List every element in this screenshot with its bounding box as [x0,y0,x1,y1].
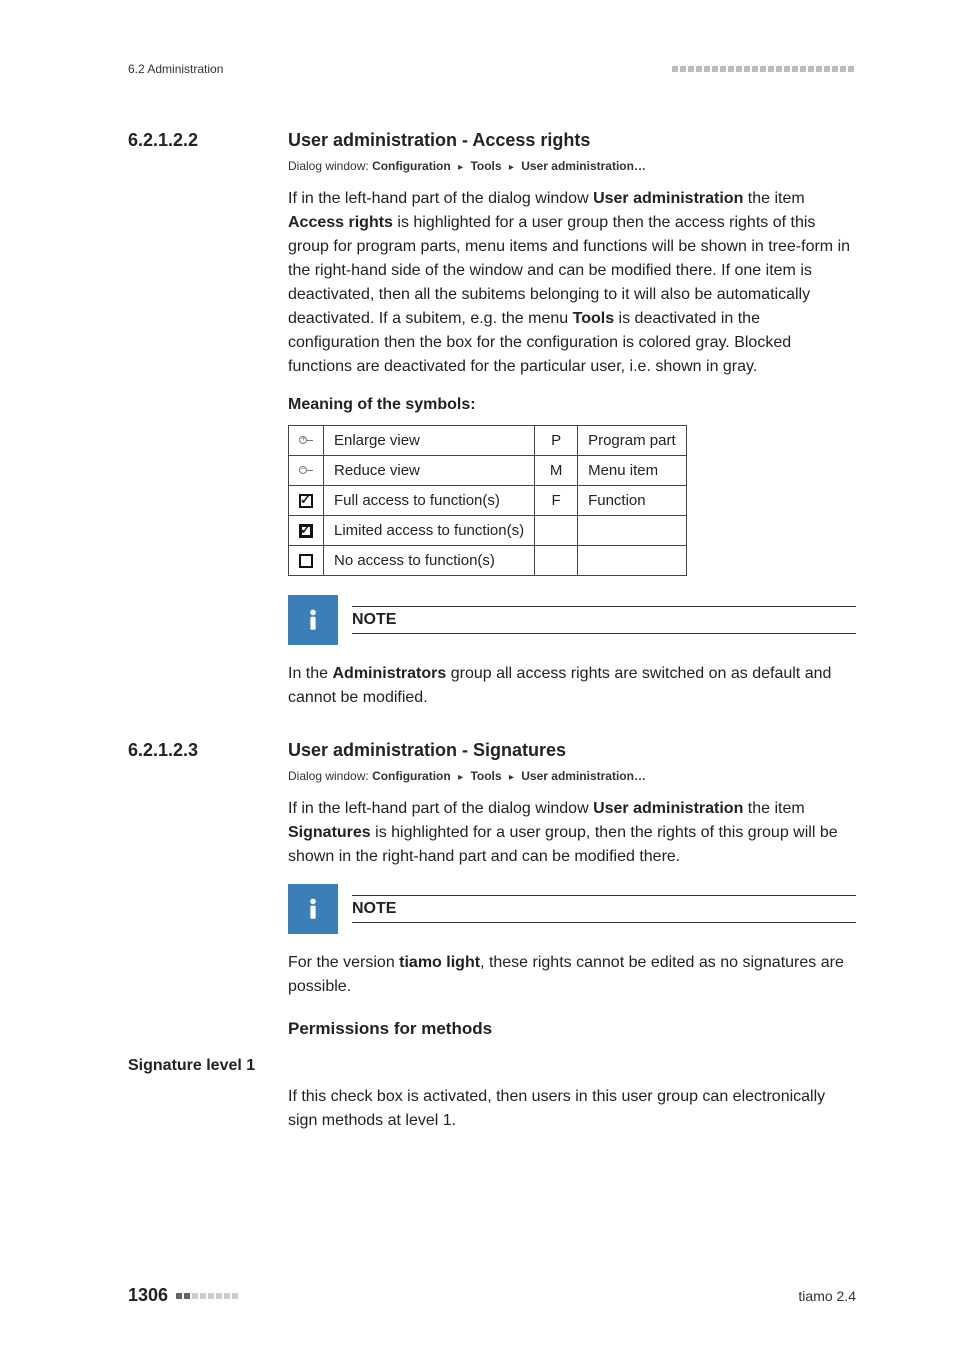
symbol-code [535,546,578,576]
breadcrumb-separator-icon: ▸ [458,162,463,173]
symbol-code: F [535,486,578,516]
table-row: Limited access to function(s) [289,516,687,546]
section-heading-access-rights: 6.2.1.2.2 User administration - Access r… [128,130,856,151]
signature-level-heading: Signature level 1 [128,1057,856,1075]
header-decoration-squares-icon [672,66,854,72]
breadcrumb-part: User administration… [521,769,646,783]
note-block: NOTE In the Administrators group all acc… [288,594,856,710]
symbols-heading: Meaning of the symbols: [288,393,856,417]
symbol-meaning [578,546,687,576]
note-body: In the Administrators group all access r… [288,662,856,710]
note-block: NOTE For the version tiamo light, these … [288,883,856,999]
symbol-label: Full access to function(s) [324,486,535,516]
symbol-label: Limited access to function(s) [324,516,535,546]
symbol-code: M [535,456,578,486]
breadcrumb-part: Configuration [372,159,451,173]
table-row: − Reduce view M Menu item [289,456,687,486]
permissions-heading: Permissions for methods [288,1019,856,1039]
dialog-prefix: Dialog window: [288,769,369,783]
section-number: 6.2.1.2.3 [128,740,288,761]
info-icon [288,595,338,645]
info-icon [288,884,338,934]
table-row: No access to function(s) [289,546,687,576]
breadcrumb-part: Tools [470,769,501,783]
note-title: NOTE [352,609,856,631]
note-body: For the version tiamo light, these right… [288,951,856,999]
section-paragraph: If in the left-hand part of the dialog w… [288,187,856,379]
page-footer: 1306 tiamo 2.4 [128,1285,856,1306]
symbol-code: P [535,426,578,456]
table-row: Full access to function(s) F Function [289,486,687,516]
section-title: User administration - Access rights [288,130,590,151]
enlarge-view-icon: + [289,426,324,456]
dialog-prefix: Dialog window: [288,159,369,173]
breadcrumb-separator-icon: ▸ [509,162,514,173]
reduce-view-icon: − [289,456,324,486]
breadcrumb-separator-icon: ▸ [458,772,463,783]
symbol-code [535,516,578,546]
symbol-label: Reduce view [324,456,535,486]
symbol-meaning: Function [578,486,687,516]
breadcrumb-part: User administration… [521,159,646,173]
no-access-icon [289,546,324,576]
symbol-label: Enlarge view [324,426,535,456]
symbol-meaning: Menu item [578,456,687,486]
symbol-meaning: Program part [578,426,687,456]
full-access-icon [289,486,324,516]
symbol-label: No access to function(s) [324,546,535,576]
footer-decoration-squares-icon [176,1293,238,1299]
dialog-window-breadcrumb: Dialog window: Configuration ▸ Tools ▸ U… [288,769,856,783]
limited-access-icon [289,516,324,546]
dialog-window-breadcrumb: Dialog window: Configuration ▸ Tools ▸ U… [288,159,856,173]
footer-product-name: tiamo 2.4 [798,1288,856,1304]
section-paragraph: If in the left-hand part of the dialog w… [288,797,856,869]
breadcrumb-separator-icon: ▸ [509,772,514,783]
signature-level-text: If this check box is activated, then use… [288,1085,856,1133]
breadcrumb-part: Configuration [372,769,451,783]
running-header: 6.2 Administration [128,62,854,76]
section-heading-signatures: 6.2.1.2.3 User administration - Signatur… [128,740,856,761]
section-title: User administration - Signatures [288,740,566,761]
breadcrumb-part: Tools [470,159,501,173]
section-number: 6.2.1.2.2 [128,130,288,151]
table-row: + Enlarge view P Program part [289,426,687,456]
symbols-table: + Enlarge view P Program part − Reduce v… [288,425,687,576]
header-section-label: 6.2 Administration [128,62,223,76]
note-title: NOTE [352,898,856,920]
page-number: 1306 [128,1285,168,1306]
symbol-meaning [578,516,687,546]
